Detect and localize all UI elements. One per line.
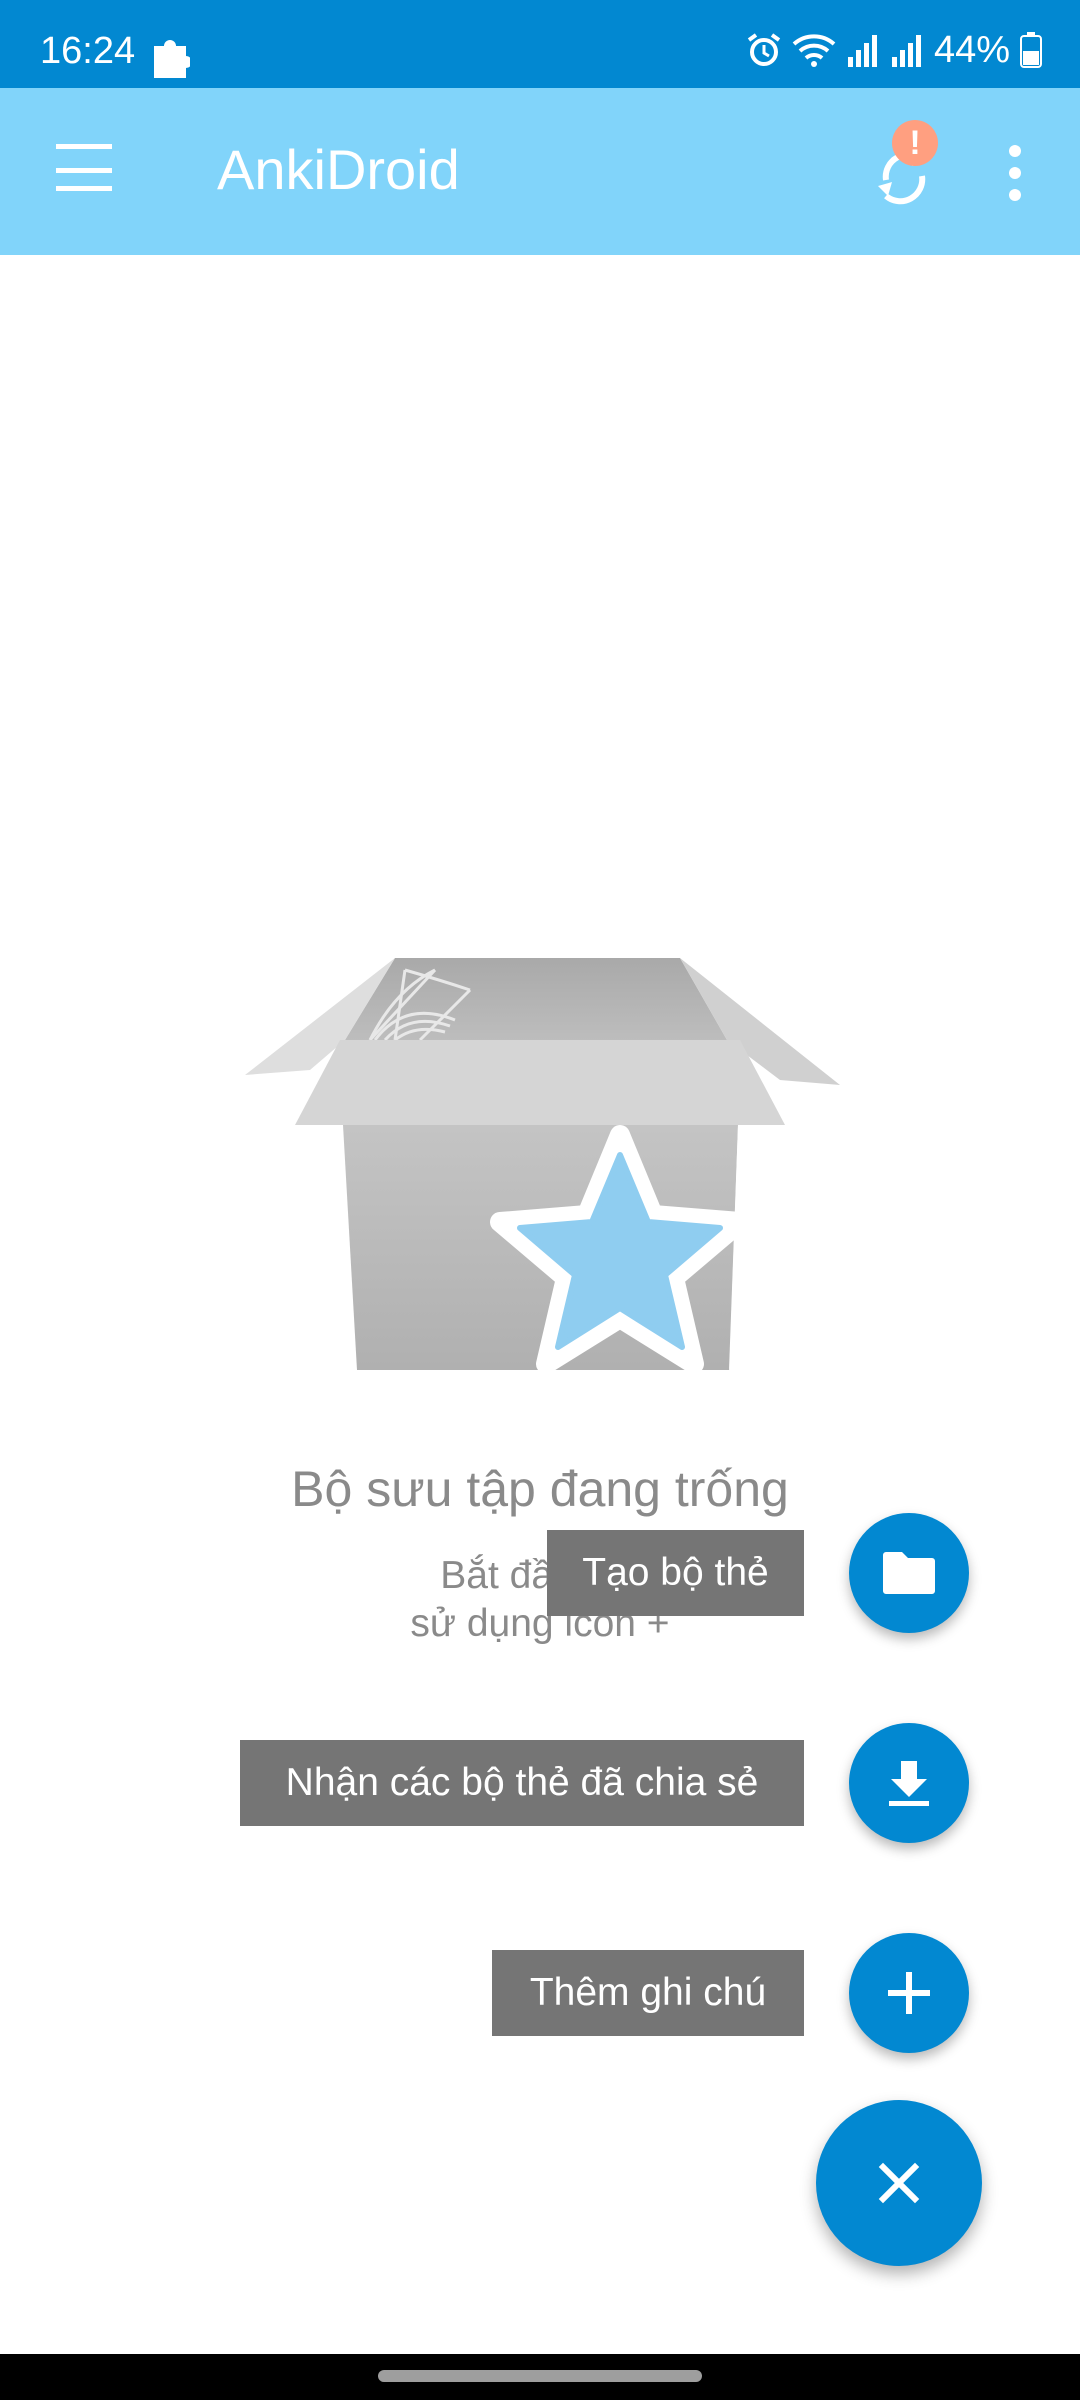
get-shared-decks-label[interactable]: Nhận các bộ thẻ đã chia sẻ xyxy=(240,1740,804,1826)
overflow-menu-button[interactable] xyxy=(985,138,1045,208)
create-deck-button[interactable] xyxy=(849,1513,969,1633)
empty-state-title: Bộ sưu tập đang trống xyxy=(291,1461,789,1517)
download-icon xyxy=(889,1761,929,1806)
plus-icon xyxy=(888,1972,930,2014)
signal-icon xyxy=(846,33,880,67)
signal-icon xyxy=(890,33,924,67)
battery-text: 44% xyxy=(933,28,1010,71)
menu-icon xyxy=(56,144,112,191)
create-deck-label[interactable]: Tạo bộ thẻ xyxy=(547,1530,804,1616)
status-bar: 16:24 44% xyxy=(0,0,1080,88)
add-note-label[interactable]: Thêm ghi chú xyxy=(492,1950,804,2036)
puzzle-icon xyxy=(150,34,192,83)
add-note-button[interactable] xyxy=(849,1933,969,2053)
alarm-icon xyxy=(746,32,782,68)
app-title: AnkiDroid xyxy=(217,138,460,201)
status-icons: 44% xyxy=(746,28,1042,71)
battery-icon xyxy=(1020,32,1042,68)
sync-error-badge: ! xyxy=(892,120,938,166)
sync-button[interactable]: ! xyxy=(850,118,960,228)
status-time: 16:24 xyxy=(40,30,136,72)
app-bar: AnkiDroid ! xyxy=(0,88,1080,255)
close-icon xyxy=(878,2162,920,2204)
get-shared-decks-button[interactable] xyxy=(849,1723,969,1843)
empty-collection-illustration xyxy=(235,950,845,1380)
home-gesture-handle[interactable] xyxy=(378,2370,702,2382)
wifi-icon xyxy=(792,32,836,68)
folder-icon xyxy=(883,1552,935,1594)
more-vert-icon xyxy=(1009,145,1021,201)
system-navigation-bar xyxy=(0,2354,1080,2400)
menu-button[interactable] xyxy=(40,128,130,218)
close-speed-dial-button[interactable] xyxy=(816,2100,982,2266)
